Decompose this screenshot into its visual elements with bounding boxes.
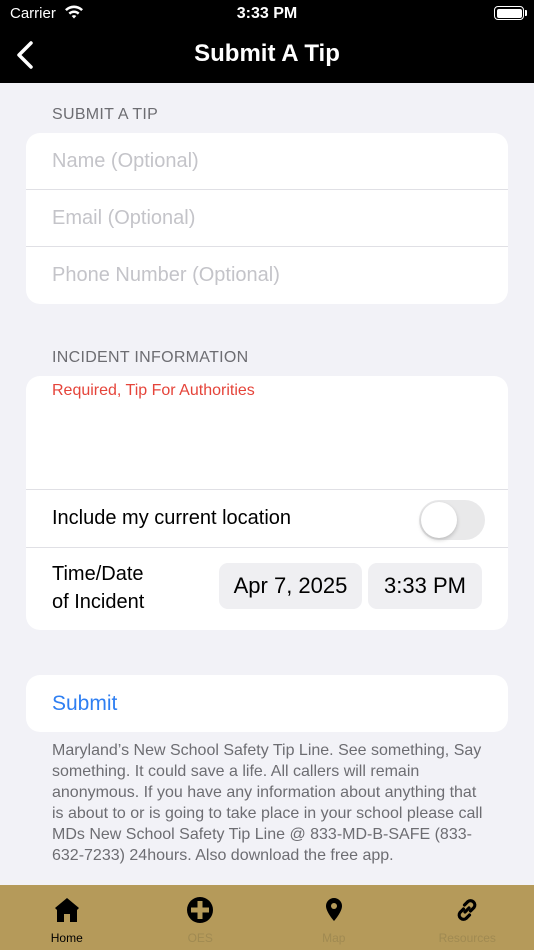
tab-home[interactable]: Home	[0, 885, 134, 950]
tip-textarea[interactable]	[52, 382, 492, 482]
incident-card: Include my current location Time/Date of…	[26, 376, 508, 630]
time-picker[interactable]: 3:33 PM	[368, 563, 482, 609]
submit-button[interactable]: Submit	[52, 675, 117, 732]
tab-oes-label: OES	[187, 931, 213, 945]
tip-line-info-text: Maryland’s New School Safety Tip Line. S…	[52, 742, 483, 864]
date-picker[interactable]: Apr 7, 2025	[219, 563, 362, 609]
phone-field-row	[26, 247, 508, 304]
status-bar: Carrier 3:33 PM	[0, 0, 534, 28]
contact-section-header: SUBMIT A TIP	[52, 106, 159, 123]
page-title: Submit A Tip	[194, 40, 340, 67]
incident-section-header: INCIDENT INFORMATION	[52, 349, 249, 366]
email-input[interactable]	[52, 190, 492, 246]
tab-bar: Home OES Map Resources	[0, 885, 534, 950]
home-icon	[54, 898, 79, 922]
map-pin-icon	[325, 898, 342, 921]
location-row: Include my current location	[26, 490, 508, 548]
phone-input[interactable]	[52, 247, 492, 304]
time-date-label-line1: Time/Date	[52, 563, 144, 585]
time-date-label-line2: of Incident	[52, 591, 145, 613]
toggle-knob	[421, 502, 457, 538]
name-field-row	[26, 133, 508, 190]
battery-icon	[494, 6, 527, 20]
tab-oes[interactable]: OES	[134, 885, 268, 950]
tip-text-row	[26, 376, 508, 490]
plus-circle-icon	[187, 897, 214, 923]
time-date-row: Time/Date of Incident Apr 7, 2025 3:33 P…	[26, 548, 508, 630]
location-toggle[interactable]	[419, 500, 485, 540]
name-input[interactable]	[52, 133, 492, 189]
navigation-bar: Submit A Tip	[0, 28, 534, 83]
status-time: 3:33 PM	[236, 5, 298, 22]
tab-resources[interactable]: Resources	[401, 885, 534, 950]
location-label: Include my current location	[52, 507, 292, 529]
tab-home-label: Home	[50, 931, 83, 945]
tab-map-label: Map	[322, 931, 346, 945]
tab-map[interactable]: Map	[267, 885, 401, 950]
email-field-row	[26, 190, 508, 247]
submit-card: Submit	[26, 675, 508, 732]
tab-resources-label: Resources	[438, 931, 496, 945]
contact-card	[26, 133, 508, 304]
link-icon	[457, 899, 477, 921]
time-date-label: Time/Date of Incident	[52, 560, 192, 616]
